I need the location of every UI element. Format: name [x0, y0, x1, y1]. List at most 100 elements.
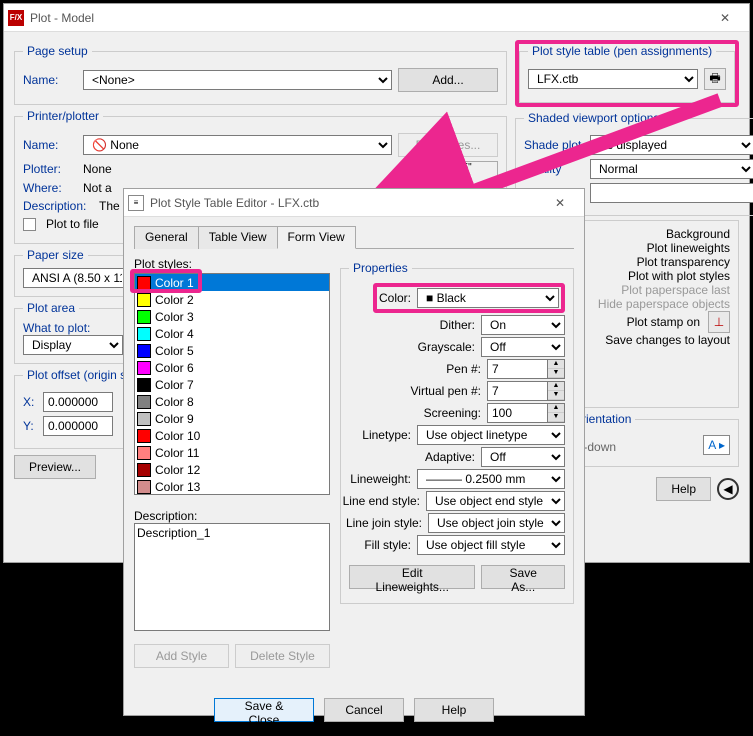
- x-label: X:: [23, 395, 37, 409]
- cancel-button[interactable]: Cancel: [324, 698, 404, 722]
- color-swatch: [137, 344, 151, 358]
- save-as-button[interactable]: Save As...: [481, 565, 565, 589]
- screening-spinner[interactable]: ▲▼: [487, 403, 565, 423]
- list-item-label: Color 4: [155, 327, 194, 341]
- plot-to-file-check[interactable]: [23, 218, 36, 231]
- y-label: Y:: [23, 419, 37, 433]
- pst-select[interactable]: LFX.ctb: [528, 69, 698, 89]
- list-item[interactable]: Color 6: [135, 359, 329, 376]
- list-item-label: Color 9: [155, 412, 194, 426]
- pst-legend: Plot style table (pen assignments): [528, 44, 716, 58]
- plot-title: Plot - Model: [30, 11, 705, 25]
- color-swatch: [137, 412, 151, 426]
- list-item[interactable]: Color 3: [135, 308, 329, 325]
- paper-preview: 8.5": [428, 161, 498, 177]
- plot-titlebar: F/X Plot - Model ✕: [4, 4, 749, 32]
- pen-spinner[interactable]: ▲▼: [487, 359, 565, 379]
- pst-group: Plot style table (pen assignments) LFX.c…: [519, 44, 735, 103]
- list-item[interactable]: Color 4: [135, 325, 329, 342]
- editor-titlebar: ≡ Plot Style Table Editor - LFX.ctb ✕: [124, 189, 584, 217]
- properties-legend: Properties: [349, 261, 412, 275]
- plot-styles-listbox[interactable]: Color 1Color 2Color 3Color 4Color 5Color…: [134, 273, 330, 495]
- virtual-pen-spinner[interactable]: ▲▼: [487, 381, 565, 401]
- list-item[interactable]: Color 12: [135, 461, 329, 478]
- color-swatch: [137, 463, 151, 477]
- list-item[interactable]: Color 1: [135, 274, 329, 291]
- editor-icon: ≡: [128, 195, 144, 211]
- quality-label: Quality: [524, 162, 584, 176]
- edit-lineweights-button[interactable]: Edit Lineweights...: [349, 565, 475, 589]
- list-item-label: Color 7: [155, 378, 194, 392]
- line-join-label: Line join style:: [346, 516, 422, 530]
- where-label: Where:: [23, 181, 77, 195]
- plotoffset-legend: Plot offset (origin se: [23, 368, 137, 382]
- linetype-label: Linetype:: [362, 428, 411, 442]
- printer-name-select[interactable]: 🚫 None: [83, 135, 392, 155]
- pst-highlight: Plot style table (pen assignments) LFX.c…: [515, 40, 739, 107]
- x-input[interactable]: [43, 392, 113, 412]
- color-swatch: [137, 293, 151, 307]
- page-setup-name[interactable]: <None>: [83, 70, 392, 90]
- expand-icon[interactable]: ◀: [717, 478, 739, 500]
- line-end-select[interactable]: Use object end style: [426, 491, 565, 511]
- color-swatch: [137, 378, 151, 392]
- y-input[interactable]: [43, 416, 113, 436]
- where-value: Not a: [83, 181, 112, 195]
- tab-table-view[interactable]: Table View: [198, 226, 278, 249]
- quality-select[interactable]: Normal: [590, 159, 753, 179]
- adaptive-select[interactable]: Off: [481, 447, 565, 467]
- list-item[interactable]: Color 13: [135, 478, 329, 495]
- tab-general[interactable]: General: [134, 226, 199, 249]
- line-join-select[interactable]: Use object join style: [428, 513, 565, 533]
- whattoplot-select[interactable]: Display: [23, 335, 123, 355]
- list-item-label: Color 8: [155, 395, 194, 409]
- preview-button[interactable]: Preview...: [14, 455, 96, 479]
- pst-edit-icon[interactable]: 🖶: [704, 68, 726, 90]
- color-highlight: Color: ■ Black: [373, 283, 565, 313]
- list-item[interactable]: Color 10: [135, 427, 329, 444]
- editor-title: Plot Style Table Editor - LFX.ctb: [150, 196, 540, 210]
- description-label: Description:: [134, 509, 330, 523]
- list-item[interactable]: Color 2: [135, 291, 329, 308]
- shadeplot-select[interactable]: As displayed: [590, 135, 753, 155]
- name-label: Name:: [23, 73, 77, 87]
- save-close-button[interactable]: Save & Close: [214, 698, 314, 722]
- list-item[interactable]: Color 7: [135, 376, 329, 393]
- dither-select[interactable]: On: [481, 315, 565, 335]
- lineweight-select[interactable]: ——— 0.2500 mm: [417, 469, 565, 489]
- list-item-label: Color 5: [155, 344, 194, 358]
- color-swatch: [137, 446, 151, 460]
- fx-icon: F/X: [8, 10, 24, 26]
- color-swatch: [137, 276, 151, 290]
- list-item-label: Color 10: [155, 429, 200, 443]
- help-button[interactable]: Help: [656, 477, 711, 501]
- list-item[interactable]: Color 9: [135, 410, 329, 427]
- description-textarea[interactable]: Description_1: [134, 523, 330, 631]
- add-style-button: Add Style: [134, 644, 229, 668]
- color-select[interactable]: ■ Black: [417, 288, 559, 308]
- adaptive-label: Adaptive:: [425, 450, 475, 464]
- plotter-value: None: [83, 162, 112, 176]
- plot-styles-label: Plot styles:: [134, 257, 330, 271]
- grayscale-select[interactable]: Off: [481, 337, 565, 357]
- fill-select[interactable]: Use object fill style: [417, 535, 565, 555]
- list-item[interactable]: Color 11: [135, 444, 329, 461]
- editor-help-button[interactable]: Help: [414, 698, 494, 722]
- list-item-label: Color 1: [155, 276, 194, 290]
- color-swatch: [137, 310, 151, 324]
- shaded-legend: Shaded viewport options: [524, 111, 663, 125]
- list-item-label: Color 11: [155, 446, 199, 460]
- desc-label: Description:: [23, 199, 93, 213]
- page-setup-legend: Page setup: [23, 44, 92, 58]
- add-button[interactable]: Add...: [398, 68, 498, 92]
- stamp-icon[interactable]: ⊥: [708, 311, 730, 333]
- list-item[interactable]: Color 8: [135, 393, 329, 410]
- color-swatch: [137, 361, 151, 375]
- linetype-select[interactable]: Use object linetype: [417, 425, 565, 445]
- editor-close-icon[interactable]: ✕: [540, 189, 580, 217]
- tab-form-view[interactable]: Form View: [277, 226, 356, 249]
- color-swatch: [137, 395, 151, 409]
- properties-group: Properties Color: ■ Black Dither:On Gray…: [340, 261, 574, 604]
- list-item[interactable]: Color 5: [135, 342, 329, 359]
- close-icon[interactable]: ✕: [705, 4, 745, 32]
